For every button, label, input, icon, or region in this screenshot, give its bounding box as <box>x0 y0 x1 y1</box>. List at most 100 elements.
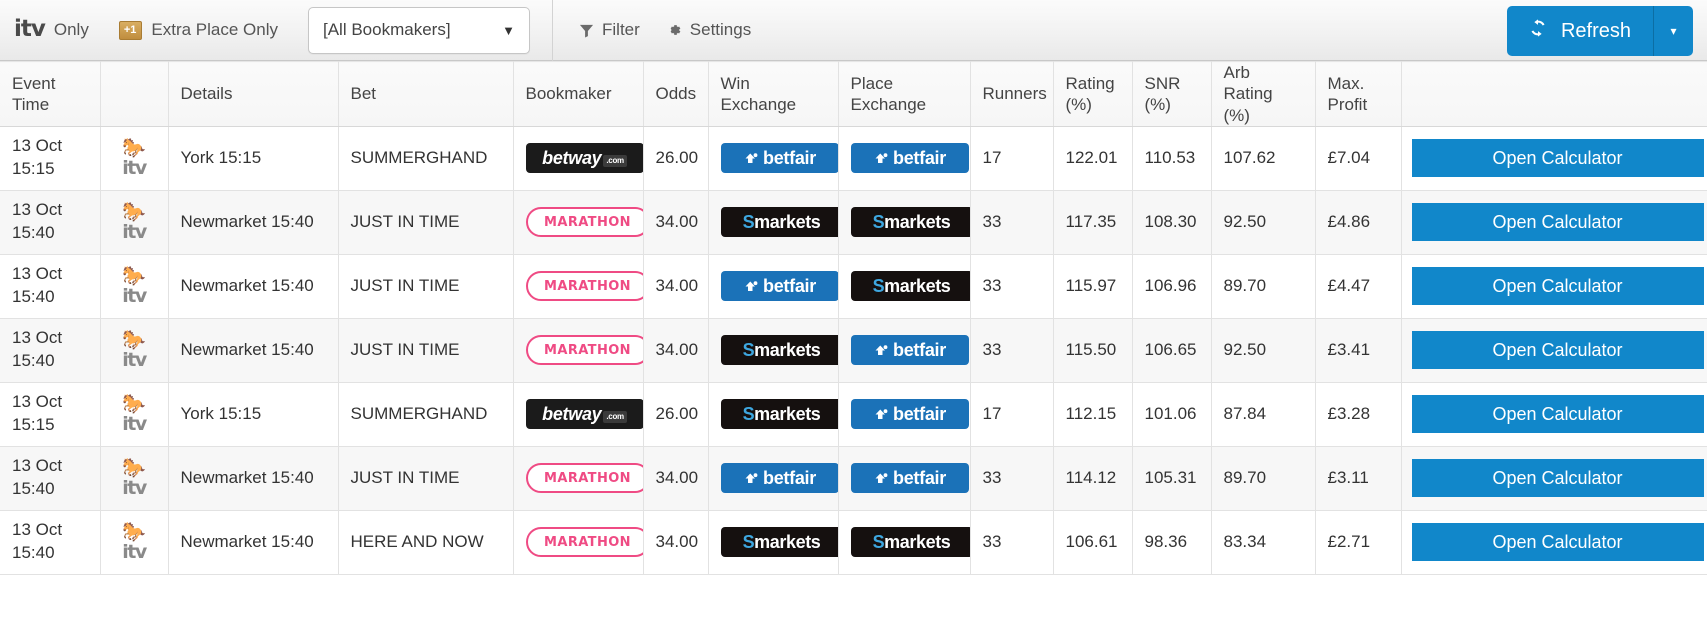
column-header-bet[interactable]: Bet <box>338 61 514 127</box>
refresh-button[interactable]: Refresh <box>1506 6 1653 56</box>
column-header-snr[interactable]: SNR (%) <box>1132 61 1212 127</box>
column-header-rating[interactable]: Rating (%) <box>1053 61 1133 127</box>
extra-place-only-filter[interactable]: +1 Extra Place Only <box>118 20 278 40</box>
cell-snr: 98.36 <box>1132 510 1212 575</box>
cell-event-time: 13 Oct 15:40 <box>0 510 101 575</box>
cell-rating: 115.97 <box>1053 254 1133 319</box>
header-line-1: Arb Rating <box>1223 63 1273 104</box>
column-header-actions <box>1401 61 1707 127</box>
cell-bookmaker: betway .com <box>513 382 644 447</box>
table-row[interactable]: 13 Oct 15:40 🐎 itv Newmarket 15:40 JUST IN TI… <box>0 318 1707 383</box>
logo-lead: S <box>742 212 755 233</box>
logo-text: MARATHON <box>544 534 631 550</box>
column-header-arb-rating[interactable]: Arb Rating (%) <box>1211 61 1316 127</box>
bookmaker-select[interactable]: [All Bookmakers] ▼ <box>308 6 530 54</box>
event-time: 15:40 <box>12 479 55 499</box>
column-header-bookmaker[interactable]: Bookmaker <box>513 61 644 127</box>
cell-actions: Open Calculator <box>1401 382 1707 447</box>
itv-logo-icon: itv <box>122 476 147 499</box>
table-row[interactable]: 13 Oct 15:15 🐎 itv York 15:15 SUMMERGHAND betw… <box>0 382 1707 447</box>
open-calculator-button[interactable]: Open Calculator <box>1411 203 1704 242</box>
itv-only-filter[interactable]: itv Only <box>14 17 89 42</box>
cell-actions: Open Calculator <box>1401 126 1707 191</box>
event-time: 15:40 <box>12 543 55 563</box>
refresh-label: Refresh <box>1560 19 1631 42</box>
settings-button[interactable]: Settings <box>666 20 751 40</box>
cell-arb-rating: 107.62 <box>1211 126 1316 191</box>
refresh-icon <box>1527 17 1549 45</box>
logo-text: markets <box>754 404 821 425</box>
bookmaker-select-value: [All Bookmakers] <box>323 20 451 39</box>
logo-text: markets <box>884 276 951 297</box>
open-calculator-button[interactable]: Open Calculator <box>1411 459 1704 498</box>
column-header-max-profit[interactable]: Max. Profit <box>1315 61 1402 127</box>
column-header-win-exchange[interactable]: Win Exchange <box>708 61 839 127</box>
column-header-place-exchange[interactable]: Place Exchange <box>838 61 971 127</box>
cell-odds: 34.00 <box>643 190 709 255</box>
cell-runners: 17 <box>970 382 1054 447</box>
refresh-dropdown-button[interactable]: ▾ <box>1653 6 1693 56</box>
table-row[interactable]: 13 Oct 15:40 🐎 itv Newmarket 15:40 JUST IN TI… <box>0 190 1707 255</box>
bookmaker-select-wrap: [All Bookmakers] ▼ <box>308 6 530 54</box>
cell-max-profit: £3.41 <box>1315 318 1402 383</box>
logo-text: betfair <box>763 468 816 489</box>
cell-win-exchange: betfair <box>708 446 839 511</box>
cell-win-exchange: Smarkets <box>708 510 839 575</box>
header-line-1: Rating <box>1065 73 1115 93</box>
table-header: Event Time Details Bet Bookmaker Odds Wi… <box>0 61 1707 127</box>
header-line-2: (%) <box>1065 94 1092 114</box>
cell-actions: Open Calculator <box>1401 446 1707 511</box>
open-calculator-button[interactable]: Open Calculator <box>1411 331 1704 370</box>
open-calculator-button[interactable]: Open Calculator <box>1411 267 1704 306</box>
itv-only-label: Only <box>53 20 89 39</box>
cell-rating: 114.12 <box>1053 446 1133 511</box>
cell-sport-channel: 🐎 itv <box>100 382 169 447</box>
column-header-odds[interactable]: Odds <box>643 61 709 127</box>
event-time: 15:40 <box>12 223 55 243</box>
cell-odds: 34.00 <box>643 510 709 575</box>
open-calculator-button[interactable]: Open Calculator <box>1411 395 1704 434</box>
cell-max-profit: £3.28 <box>1315 382 1402 447</box>
open-calculator-button[interactable]: Open Calculator <box>1411 523 1704 562</box>
place-exchange-betfair-logo: betfair <box>850 399 969 430</box>
table-row[interactable]: 13 Oct 15:15 🐎 itv York 15:15 SUMMERGHAND betw… <box>0 126 1707 191</box>
column-header-event-time[interactable]: Event Time <box>0 61 101 127</box>
filter-button[interactable]: Filter <box>579 20 640 40</box>
table-row[interactable]: 13 Oct 15:40 🐎 itv Newmarket 15:40 HERE AND N… <box>0 510 1707 575</box>
cell-rating: 117.35 <box>1053 190 1133 255</box>
logo-text: MARATHON <box>544 214 631 230</box>
horse-racing-icon: 🐎 <box>122 265 146 287</box>
logo-text: betfair <box>893 404 946 425</box>
cell-runners: 33 <box>970 510 1054 575</box>
header-line-2: (%) <box>1223 105 1250 125</box>
settings-label: Settings <box>689 20 752 39</box>
open-calculator-button[interactable]: Open Calculator <box>1411 139 1704 178</box>
table-row[interactable]: 13 Oct 15:40 🐎 itv Newmarket 15:40 JUST IN TI… <box>0 254 1707 319</box>
table-row[interactable]: 13 Oct 15:40 🐎 itv Newmarket 15:40 JUST IN TI… <box>0 446 1707 511</box>
extra-place-only-label: Extra Place Only <box>151 20 278 39</box>
cell-event-time: 13 Oct 15:15 <box>0 382 101 447</box>
toolbar-divider <box>552 0 553 61</box>
column-header-details[interactable]: Details <box>168 61 339 127</box>
logo-lead: S <box>742 532 755 553</box>
results-table-scroll[interactable]: Event Time Details Bet Bookmaker Odds Wi… <box>0 61 1707 622</box>
cell-place-exchange: betfair <box>838 446 971 511</box>
caret-down-icon: ▾ <box>1670 24 1677 38</box>
event-time: 15:40 <box>12 287 55 307</box>
logo-text: betfair <box>893 468 946 489</box>
cell-snr: 108.30 <box>1132 190 1212 255</box>
logo-text: betfair <box>763 148 816 169</box>
logo-text: betway <box>542 148 602 169</box>
betfair-arrow-icon <box>873 407 888 421</box>
column-header-runners[interactable]: Runners <box>970 61 1054 127</box>
cell-bookmaker: MARATHON <box>513 190 644 255</box>
cell-sport-channel: 🐎 itv <box>100 190 169 255</box>
logo-text: MARATHON <box>544 278 631 294</box>
logo-lead: S <box>872 276 885 297</box>
column-header-sport[interactable] <box>100 61 169 127</box>
cell-details: York 15:15 <box>168 126 339 191</box>
chevron-down-icon: ▼ <box>502 22 515 38</box>
filter-label: Filter <box>602 20 640 39</box>
cell-arb-rating: 92.50 <box>1211 318 1316 383</box>
cell-win-exchange: betfair <box>708 126 839 191</box>
